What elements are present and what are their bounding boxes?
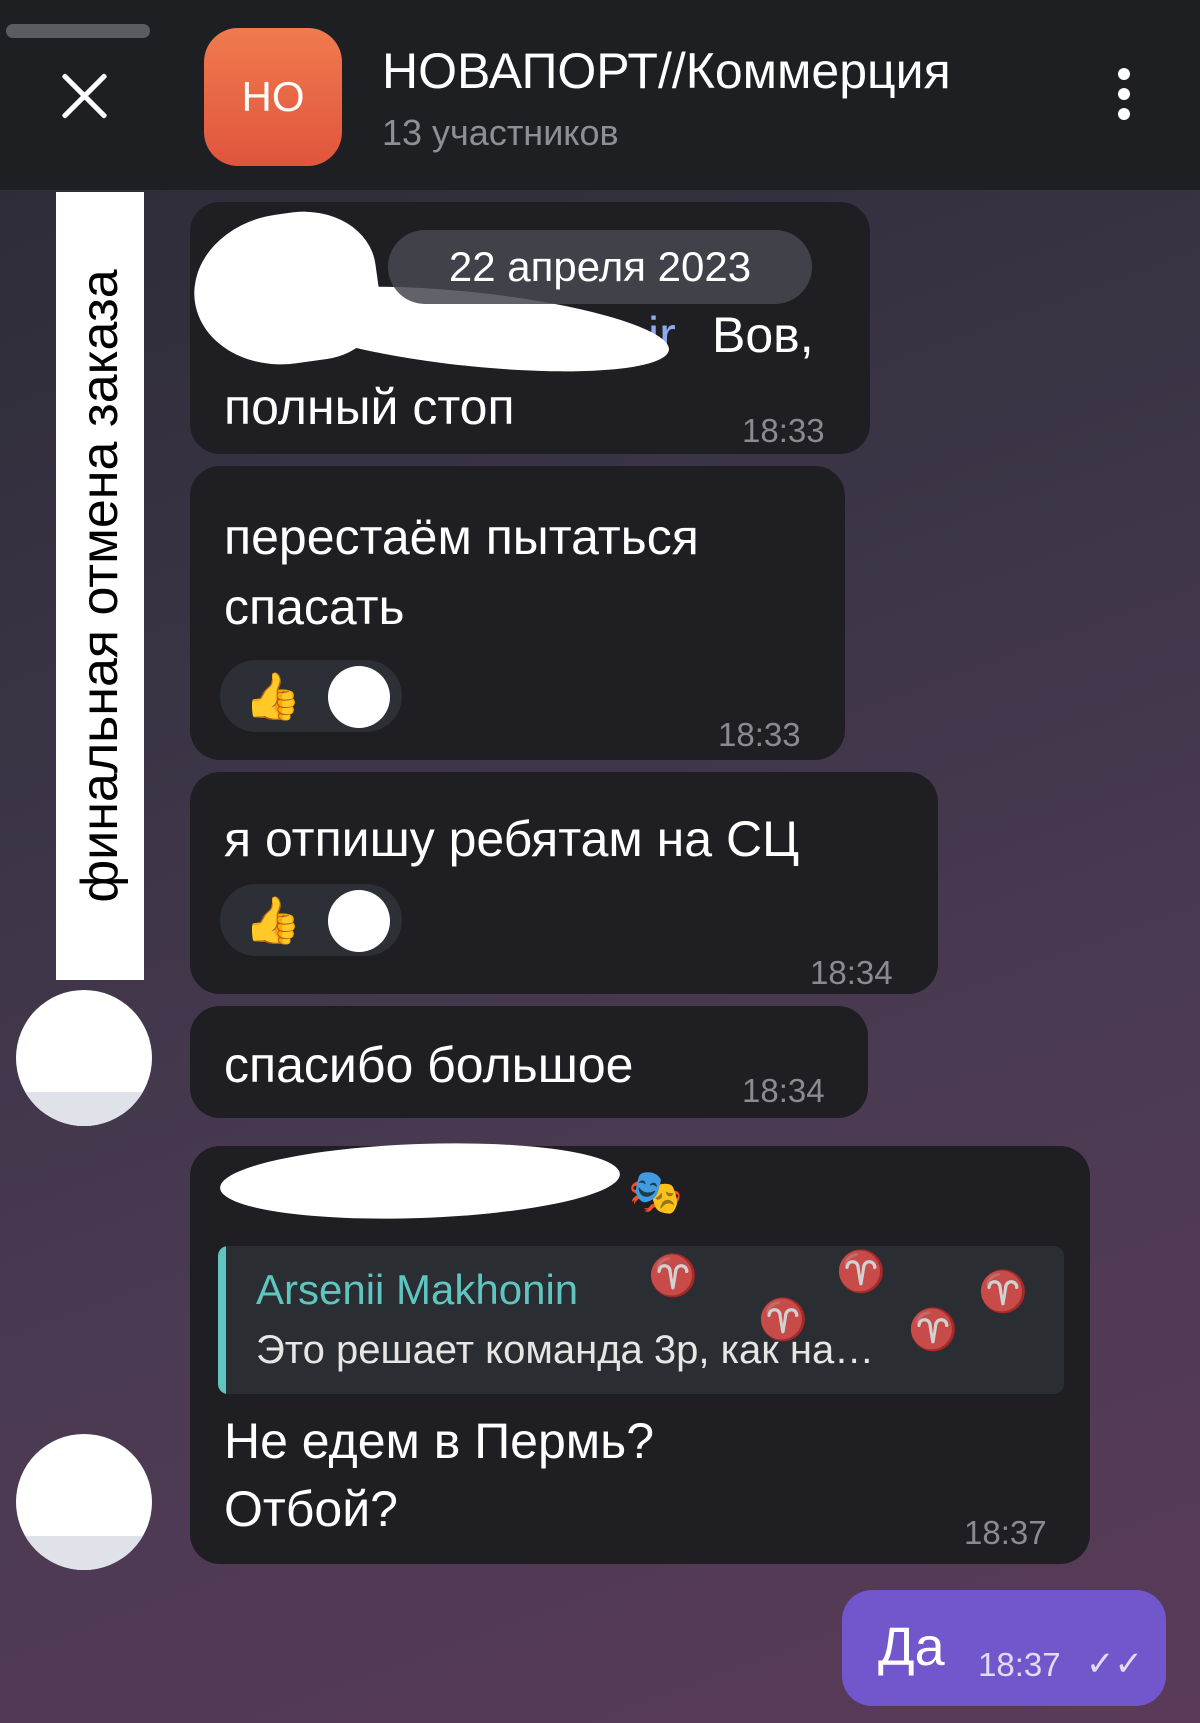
reply-author: Arsenii Makhonin xyxy=(256,1266,579,1313)
sender-avatar[interactable] xyxy=(16,990,152,1126)
message-text: Не едем в Пермь? xyxy=(224,1413,655,1469)
message-text: перестаём пытаться xyxy=(224,509,699,565)
thumbs-up-icon: 👍 xyxy=(244,894,302,946)
message-time: 18:34 xyxy=(810,954,893,991)
reaction-chip[interactable]: 👍 xyxy=(220,884,402,956)
sender-avatar[interactable] xyxy=(16,1434,152,1570)
ram-pattern-icon: ♈ xyxy=(978,1270,1028,1314)
message-time: 18:37 xyxy=(978,1646,1061,1683)
chat-avatar-initials: НО xyxy=(241,73,305,120)
ram-pattern-icon: ♈ xyxy=(648,1254,698,1298)
message-time: 18:37 xyxy=(964,1514,1047,1551)
outgoing-message-bubble[interactable]: Да 18:37 ✓✓ xyxy=(842,1590,1166,1706)
message-text: Да xyxy=(878,1617,945,1677)
date-divider: 22 апреля 2023 xyxy=(388,230,812,304)
ram-pattern-icon: ♈ xyxy=(836,1250,886,1294)
message-bubble[interactable]: перестаём пытаться спасать 👍 18:33 xyxy=(190,466,845,760)
message-text: Вов, xyxy=(712,307,814,363)
thumbs-up-icon: 👍 xyxy=(244,670,302,722)
drag-handle[interactable] xyxy=(6,24,150,38)
read-status-icon: ✓✓ xyxy=(1086,1645,1143,1683)
reply-quote[interactable]: ♈ ♈ ♈ ♈ ♈ Arsenii Makhonin Это решает ко… xyxy=(218,1246,1064,1394)
message-bubble[interactable]: спасибо большое 18:34 xyxy=(190,1006,868,1118)
chat-title[interactable]: НОВАПОРТ//Коммерция xyxy=(382,42,1052,100)
reply-bar xyxy=(218,1246,226,1394)
message-text: полный стоп xyxy=(224,379,515,435)
reaction-chip[interactable]: 👍 xyxy=(220,660,402,732)
reactor-avatar xyxy=(328,890,390,952)
mask-icon: 🎭 xyxy=(628,1168,683,1217)
message-time: 18:33 xyxy=(742,412,825,449)
chat-avatar[interactable]: НО xyxy=(204,28,342,166)
reply-snippet: Это решает команда 3р, как на… xyxy=(256,1328,875,1372)
message-time: 18:33 xyxy=(718,716,801,753)
overlay-caption: финальная отмена заказа xyxy=(56,192,144,980)
message-text: спасибо большое xyxy=(224,1037,634,1093)
chat-header: НО НОВАПОРТ//Коммерция 13 участников xyxy=(0,0,1200,190)
reactor-avatar xyxy=(328,666,390,728)
message-text: спасать xyxy=(224,579,405,635)
ram-pattern-icon: ♈ xyxy=(908,1308,958,1352)
more-menu-icon[interactable] xyxy=(1110,68,1138,128)
message-bubble[interactable]: я отпишу ребятам на СЦ 👍 18:34 xyxy=(190,772,938,994)
message-text: я отпишу ребятам на СЦ xyxy=(224,811,800,867)
message-text: Отбой? xyxy=(224,1481,398,1537)
close-icon[interactable] xyxy=(56,68,112,124)
overlay-caption-text: финальная отмена заказа xyxy=(71,269,129,903)
member-count: 13 участников xyxy=(382,112,619,153)
message-time: 18:34 xyxy=(742,1072,825,1109)
